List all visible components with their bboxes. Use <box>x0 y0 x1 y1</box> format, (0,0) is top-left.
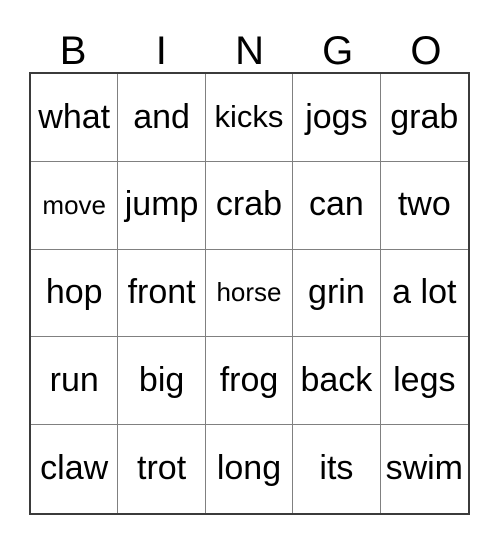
bingo-cell-label: big <box>138 360 185 399</box>
bingo-cell-label: legs <box>393 360 456 399</box>
bingo-cell[interactable]: and <box>118 74 206 162</box>
bingo-cell[interactable]: frog <box>205 337 294 426</box>
bingo-cell[interactable]: kicks <box>205 74 294 162</box>
bingo-cell-label: what <box>38 97 111 136</box>
header-letter-g: G <box>322 29 354 73</box>
bingo-cell-label: crab <box>215 185 283 224</box>
bingo-cell-label: can <box>308 185 364 224</box>
bingo-grid: what and kicks jogs grab move jump crab can two ho… <box>29 72 470 515</box>
bingo-cell-label: swim <box>385 449 464 488</box>
bingo-cell[interactable]: back <box>293 337 381 426</box>
bingo-cell[interactable]: jogs <box>293 74 381 162</box>
bingo-cell-label: jogs <box>305 97 368 136</box>
header-letter-o: O <box>410 29 442 73</box>
bingo-cell-label: and <box>133 97 190 136</box>
bingo-cell[interactable]: two <box>380 161 468 250</box>
bingo-cell[interactable]: a lot <box>380 249 468 338</box>
bingo-cell[interactable]: move <box>31 161 119 250</box>
bingo-cell-label: hop <box>45 273 103 312</box>
bingo-cell[interactable]: what <box>31 74 119 162</box>
bingo-cell[interactable]: big <box>118 337 206 426</box>
bingo-cell[interactable]: crab <box>205 161 294 250</box>
bingo-cell-label: two <box>397 185 451 224</box>
bingo-cell-label: its <box>319 449 354 488</box>
bingo-cell-label: a lot <box>392 273 457 312</box>
bingo-cell[interactable]: claw <box>31 425 119 513</box>
bingo-cell[interactable]: hop <box>31 249 119 338</box>
bingo-card: B I N G O what and kicks jogs grab move jump cr… <box>0 0 500 544</box>
bingo-cell-label: long <box>216 449 282 488</box>
bingo-cell-label: jump <box>124 185 199 224</box>
bingo-cell[interactable]: front <box>118 249 206 338</box>
bingo-cell[interactable]: grin <box>293 249 381 338</box>
bingo-cell-label: kicks <box>214 99 284 135</box>
bingo-cell-label: horse <box>216 277 282 308</box>
bingo-cell-label: claw <box>40 449 109 488</box>
header-letter-i: I <box>155 29 167 73</box>
bingo-cell[interactable]: jump <box>118 161 206 250</box>
bingo-cell-label: move <box>42 189 106 220</box>
bingo-cell-label: trot <box>137 449 187 488</box>
bingo-cell-label: run <box>49 360 99 399</box>
bingo-header-row: B I N G O <box>29 22 470 72</box>
bingo-cell-label: frog <box>219 360 279 399</box>
bingo-cell[interactable]: trot <box>118 425 206 513</box>
bingo-cell[interactable]: run <box>31 337 119 426</box>
bingo-cell[interactable]: legs <box>380 337 468 426</box>
bingo-cell-label: back <box>300 360 373 399</box>
bingo-cell[interactable]: can <box>293 161 381 250</box>
bingo-cell[interactable]: swim <box>380 425 468 513</box>
header-letter-n: N <box>235 29 264 73</box>
bingo-cell-label: grin <box>308 273 365 312</box>
bingo-cell-label: front <box>127 273 196 312</box>
bingo-cell[interactable]: its <box>293 425 381 513</box>
bingo-cell[interactable]: long <box>205 425 294 513</box>
bingo-cell[interactable]: grab <box>380 74 468 162</box>
bingo-cell[interactable]: horse <box>205 249 294 338</box>
header-letter-b: B <box>59 29 87 73</box>
bingo-cell-label: grab <box>390 97 459 136</box>
